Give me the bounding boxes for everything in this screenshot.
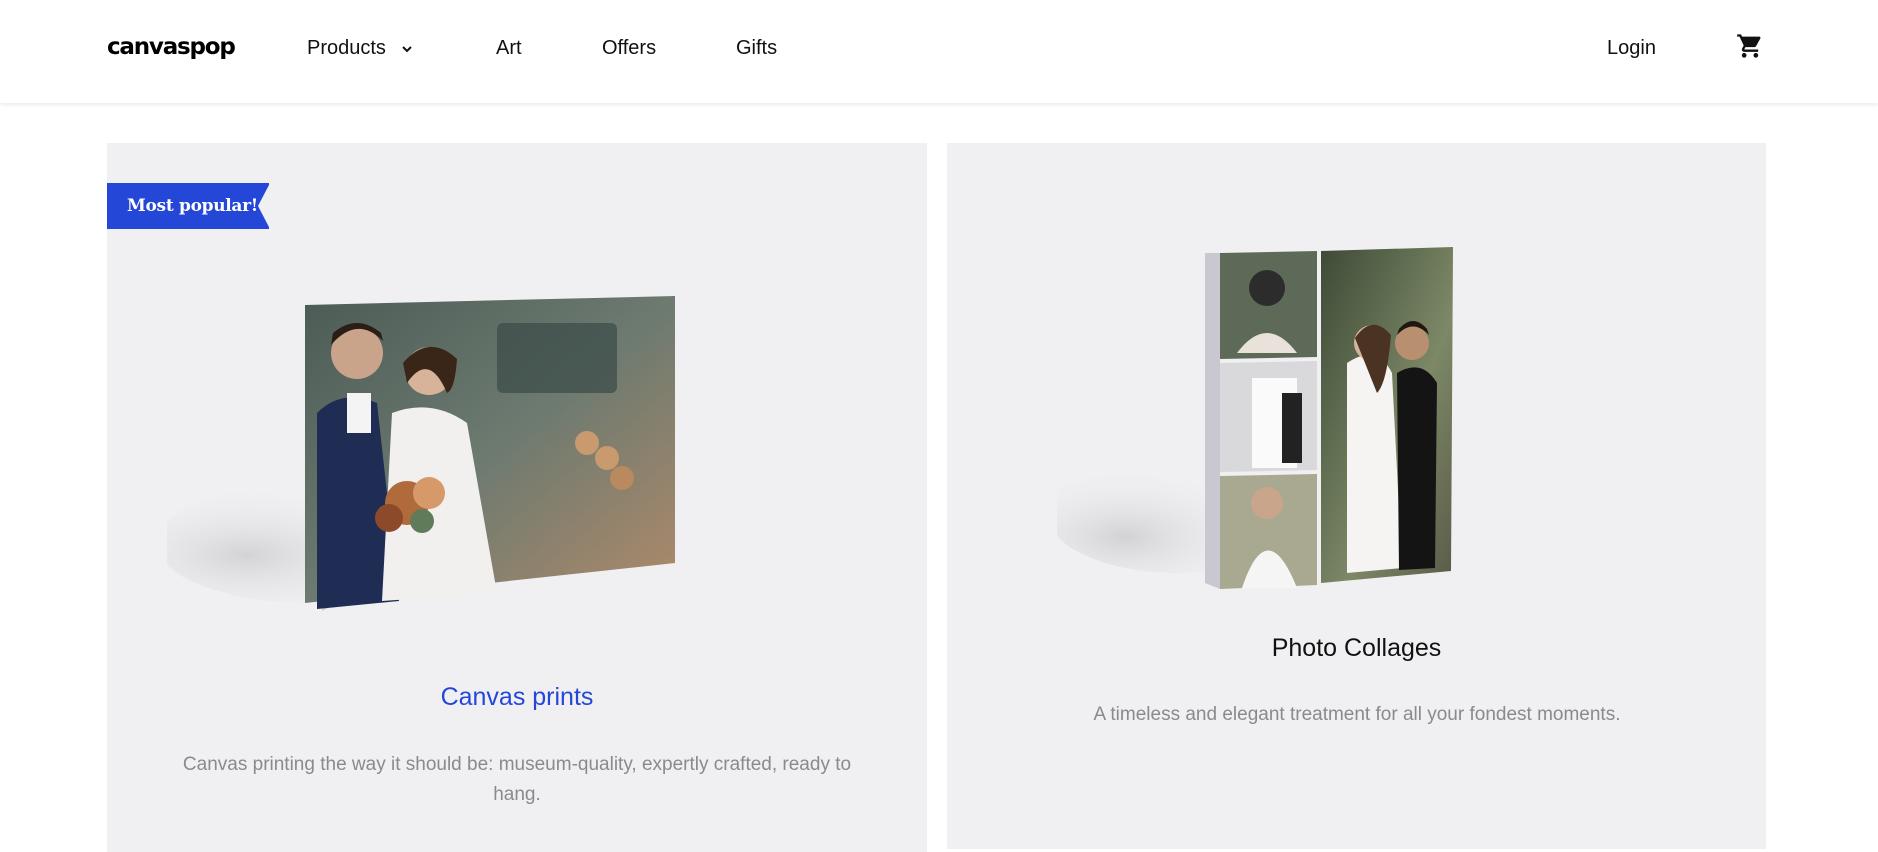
nav-offers[interactable]: Offers — [602, 37, 656, 60]
shopping-cart-icon[interactable] — [1736, 32, 1764, 60]
canvas-print-image — [167, 296, 675, 611]
photo-collages-card[interactable]: Photo Collages A timeless and elegant tr… — [947, 143, 1766, 849]
canvas-prints-description: Canvas printing the way it should be: mu… — [182, 754, 852, 805]
photo-collages-description: A timeless and elegant treatment for all… — [1093, 704, 1621, 725]
chevron-down-icon — [402, 45, 412, 52]
nav-gifts[interactable]: Gifts — [736, 37, 777, 60]
most-popular-badge: Most popular! — [107, 183, 270, 229]
nav-products-label: Products — [307, 37, 386, 59]
canvas-prints-title[interactable]: Canvas prints — [107, 683, 927, 712]
canvaspop-logo[interactable]: canvaspop — [107, 34, 236, 60]
photo-collages-title[interactable]: Photo Collages — [947, 634, 1766, 663]
nav-art[interactable]: Art — [496, 37, 522, 60]
photo-collage-image — [1057, 247, 1453, 589]
nav-products[interactable]: Products — [307, 37, 414, 60]
login-link[interactable]: Login — [1607, 37, 1656, 60]
canvas-prints-card[interactable]: Most popular! Canvas prints Canvas print… — [107, 143, 927, 852]
site-header: canvaspop Products Art Offers Gifts Logi… — [0, 0, 1878, 103]
